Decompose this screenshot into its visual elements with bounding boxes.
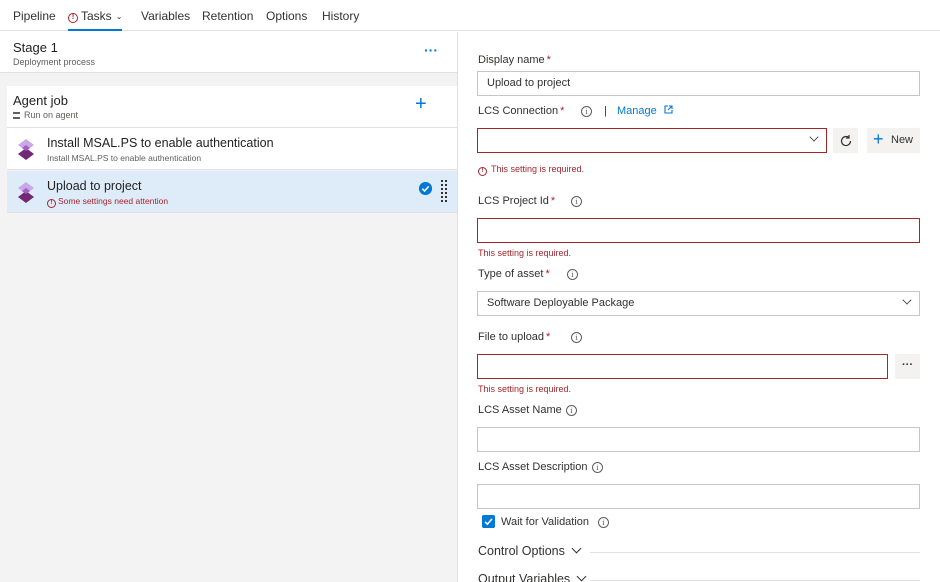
task-subtitle: Install MSAL.PS to enable authentication (47, 153, 202, 163)
type-of-asset-dropdown[interactable]: Software Deployable Package (477, 291, 920, 316)
output-variables-section[interactable]: Output Variables (478, 571, 587, 582)
info-icon[interactable]: i (581, 106, 592, 117)
lcs-asset-name-label: LCS Asset Name (478, 404, 562, 416)
file-to-upload-error: This setting is required. (478, 384, 572, 394)
lcs-asset-description-input[interactable] (477, 484, 920, 509)
chevron-down-icon: ⌄ (115, 12, 123, 21)
lcs-connection-label: LCS Connection * (478, 105, 565, 117)
server-icon (13, 112, 20, 119)
info-icon[interactable]: i (571, 196, 582, 207)
agent-job-title: Agent job (13, 93, 68, 108)
stage-title: Stage 1 (13, 40, 58, 55)
task-title: Upload to project (47, 179, 142, 193)
plus-icon: + (873, 129, 884, 149)
wait-for-validation-checkbox[interactable] (482, 515, 495, 528)
refresh-icon (840, 135, 852, 147)
warning-icon: ! (47, 199, 56, 208)
powerapps-task-icon (18, 182, 34, 203)
stage-header[interactable]: Stage 1 Deployment process ··· (0, 32, 457, 73)
lcs-project-id-error: This setting is required. (478, 248, 572, 258)
new-connection-button[interactable]: + New (867, 128, 920, 153)
chevron-down-icon (576, 571, 587, 582)
tab-history[interactable]: History (322, 9, 359, 31)
task-item-install-msal[interactable]: Install MSAL.PS to enable authentication… (7, 128, 457, 170)
separator: | (604, 105, 607, 117)
tab-options[interactable]: Options (266, 9, 307, 31)
lcs-project-id-input[interactable] (477, 218, 920, 243)
info-icon[interactable]: i (592, 462, 603, 473)
task-settings-panel: Display name * Upload to project LCS Conn… (459, 32, 940, 582)
task-title: Install MSAL.PS to enable authentication (47, 136, 274, 150)
drag-handle-icon[interactable] (441, 180, 447, 204)
lcs-asset-name-input[interactable] (477, 427, 920, 452)
more-options-icon[interactable]: ··· (424, 42, 438, 58)
file-to-upload-input[interactable] (477, 354, 888, 379)
external-link-icon (664, 105, 673, 114)
stage-subtitle: Deployment process (13, 57, 96, 67)
manage-link[interactable]: Manage (617, 105, 673, 117)
add-task-icon[interactable]: + (415, 93, 427, 116)
tab-retention[interactable]: Retention (202, 9, 253, 31)
task-warning-text: ! Some settings need attention (47, 196, 168, 208)
chevron-down-icon (571, 543, 582, 554)
powerapps-task-icon (18, 139, 34, 160)
lcs-connection-error: ! This setting is required. (478, 164, 584, 176)
info-icon[interactable]: i (598, 517, 609, 528)
task-item-upload-to-project[interactable]: Upload to project ! Some settings need at… (7, 171, 457, 213)
checkmark-icon (419, 182, 432, 195)
lcs-connection-dropdown[interactable] (477, 128, 827, 153)
lcs-project-id-label: LCS Project Id * (478, 195, 556, 207)
divider (590, 580, 920, 581)
lcs-asset-description-label: LCS Asset Description (478, 461, 588, 473)
pipeline-tab-bar: Pipeline ! Tasks ⌄ Variables Retention Opt… (0, 0, 940, 31)
info-icon[interactable]: i (566, 405, 577, 416)
info-icon[interactable]: i (571, 332, 582, 343)
warning-icon: ! (68, 13, 78, 23)
error-icon: ! (478, 167, 487, 176)
display-name-label: Display name * (478, 54, 551, 66)
info-icon[interactable]: i (567, 269, 578, 280)
chevron-down-icon (809, 132, 819, 142)
file-to-upload-label: File to upload * (478, 331, 551, 343)
tab-pipeline[interactable]: Pipeline (13, 9, 56, 31)
type-of-asset-label: Type of asset * (478, 268, 550, 280)
refresh-button[interactable] (833, 128, 858, 153)
tab-variables[interactable]: Variables (141, 9, 190, 31)
browse-button[interactable]: ··· (895, 354, 920, 379)
wait-for-validation-label: Wait for Validation (501, 516, 590, 528)
task-list-panel: Stage 1 Deployment process ··· Agent job… (0, 32, 458, 582)
agent-job[interactable]: Agent job Run on agent + (7, 86, 457, 128)
control-options-section[interactable]: Control Options (478, 543, 582, 558)
tab-tasks[interactable]: ! Tasks ⌄ (68, 9, 123, 31)
chevron-down-icon (902, 295, 912, 305)
agent-job-subtitle: Run on agent (13, 110, 78, 120)
divider (590, 552, 920, 553)
display-name-input[interactable]: Upload to project (477, 71, 920, 96)
